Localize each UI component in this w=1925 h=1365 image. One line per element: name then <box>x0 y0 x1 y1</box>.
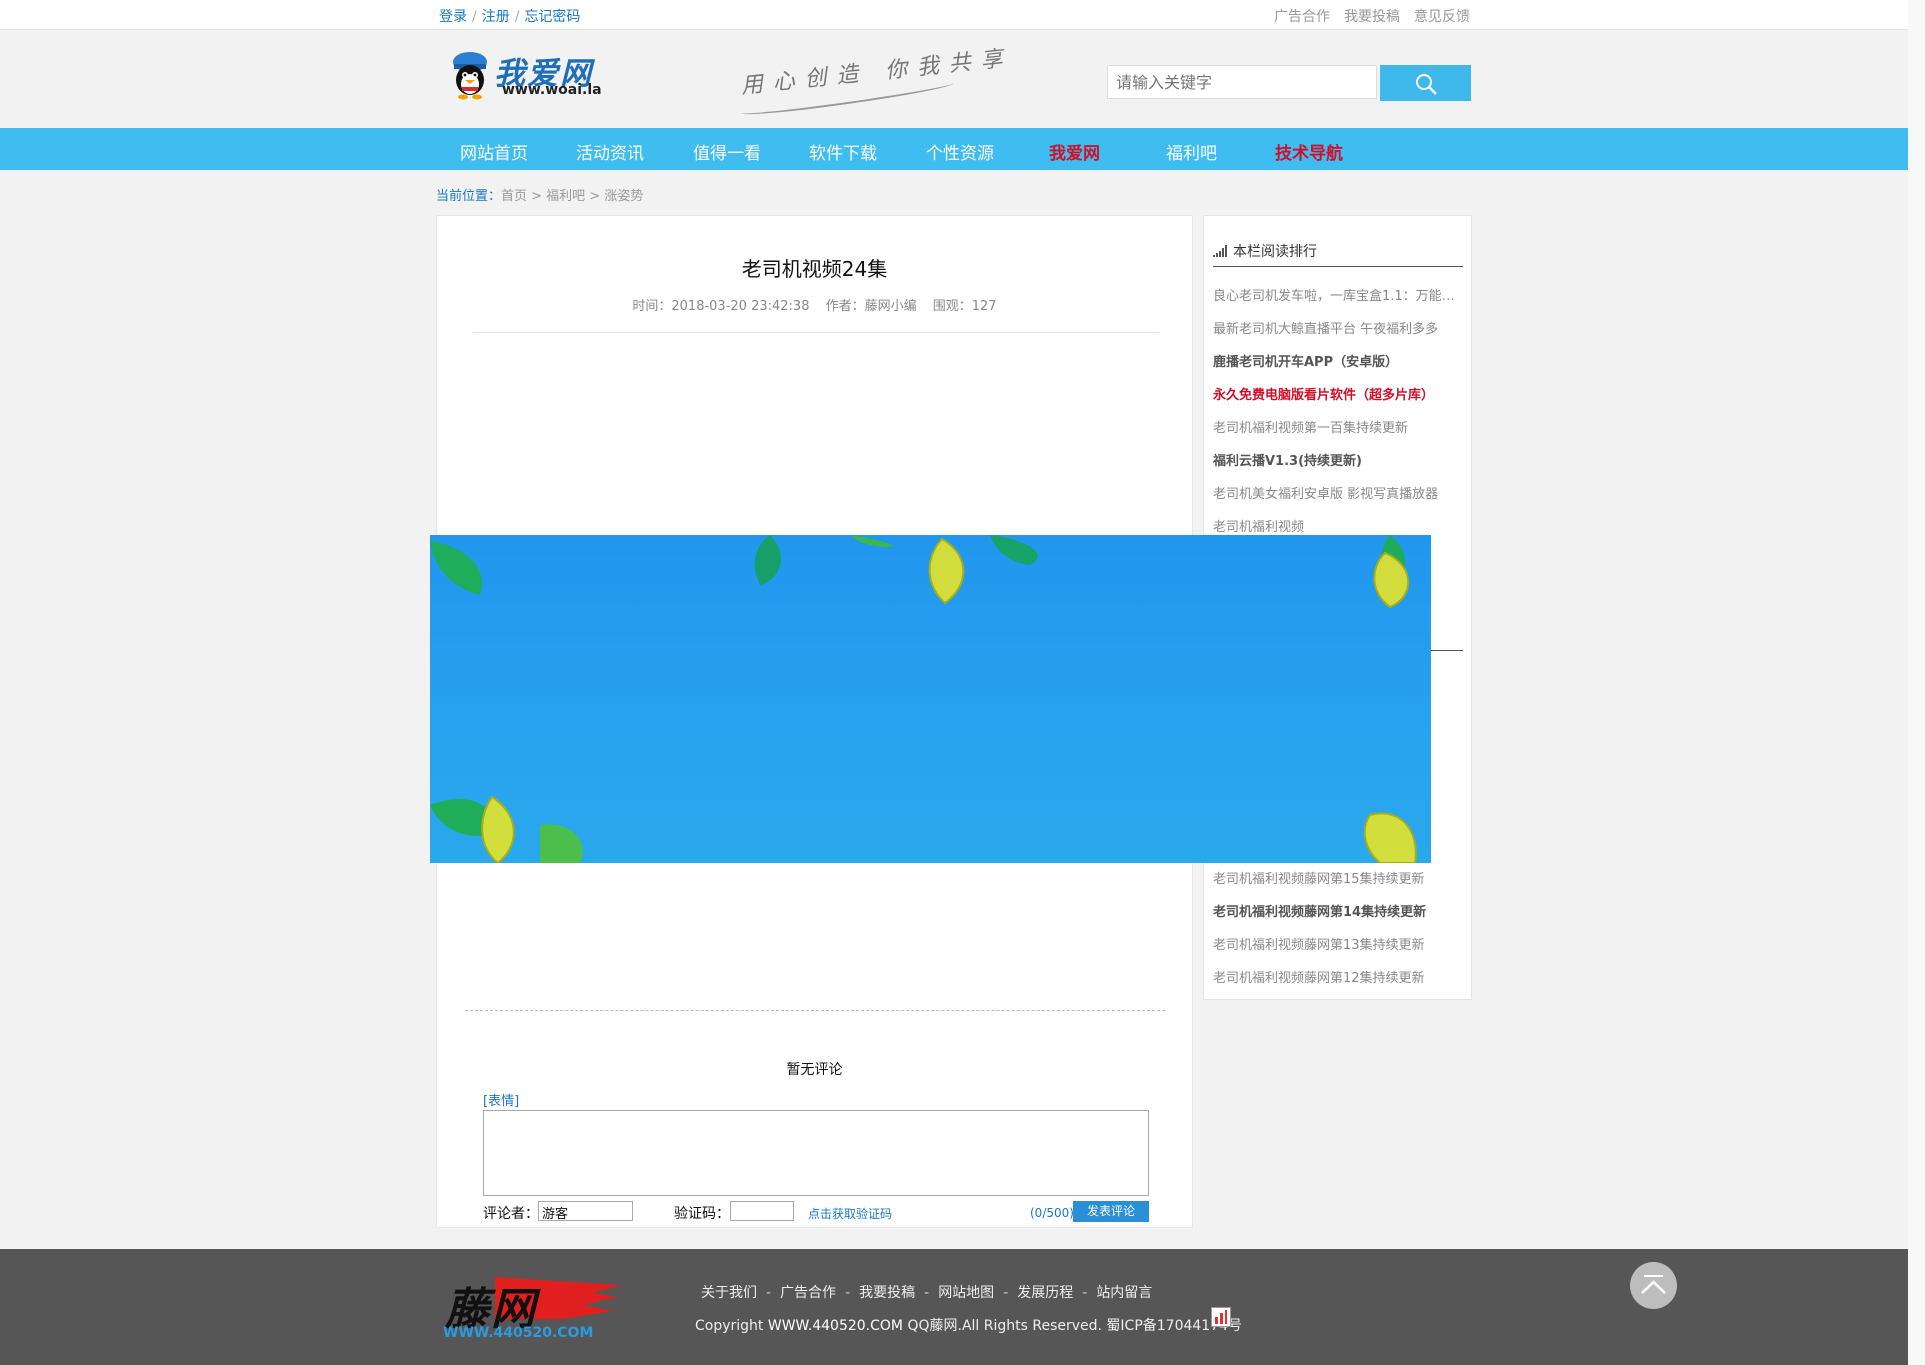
ad-cooperation-link[interactable]: 广告合作 <box>1274 9 1330 25</box>
sidebar-item[interactable]: 老司机福利视频藤网第12集持续更新 <box>1213 967 1463 986</box>
sidebar-item[interactable]: 福利云播V1.3(持续更新) <box>1213 450 1463 469</box>
submit-article-link[interactable]: 我要投稿 <box>1344 9 1400 25</box>
sidebar-heading: 本栏阅读排行 <box>1213 241 1317 261</box>
char-counter: (0/500) <box>1030 1206 1074 1220</box>
footer-link-guestbook[interactable]: 站内留言 <box>1096 1285 1152 1301</box>
footer-link-history[interactable]: 发展历程 <box>1017 1285 1073 1301</box>
sidebar-item[interactable]: 最新老司机大鲸直播平台 午夜福利多多 <box>1213 318 1463 337</box>
sidebar-item[interactable]: 良心老司机发车啦，一库宝盒1.1：万能播放器 <box>1213 285 1463 304</box>
site-logo[interactable]: 我爱网 www.woai.la <box>448 48 608 102</box>
breadcrumb-path[interactable]: 首页 > 福利吧 > 涨姿势 <box>501 189 643 204</box>
sidebar-item[interactable]: 永久免费电脑版看片软件（超多片库） <box>1213 384 1463 403</box>
search-icon <box>1416 74 1437 95</box>
article-views: 围观：127 <box>932 299 997 314</box>
footer-link-ads[interactable]: 广告合作 <box>780 1285 836 1301</box>
get-captcha-link[interactable]: 点击获取验证码 <box>808 1205 892 1222</box>
breadcrumb: 当前位置：首页 > 福利吧 > 涨姿势 <box>436 185 643 204</box>
nav-item-tech-nav[interactable]: 技术导航 <box>1275 139 1343 164</box>
sidebar-item[interactable]: 老司机福利视频第一百集持续更新 <box>1213 417 1463 436</box>
forgot-password-link[interactable]: 忘记密码 <box>524 9 580 25</box>
nav-item-worth-seeing[interactable]: 值得一看 <box>693 139 761 164</box>
commenter-input[interactable]: 游客 <box>538 1201 633 1222</box>
copyright-rest: QQ藤网.All Rights Reserved. 蜀ICP备17044174号 <box>903 1318 1243 1334</box>
account-links: 登录 / 注册 / 忘记密码 <box>439 6 580 26</box>
logo-url: www.woai.la <box>502 82 602 98</box>
article-author: 作者：藤网小编 <box>825 299 917 314</box>
separator: - <box>1003 1285 1009 1301</box>
main-nav: 网站首页 活动资讯 值得一看 软件下载 个性资源 我爱网 福利吧 技术导航 <box>0 128 1908 170</box>
sidebar-item[interactable]: 老司机美女福利安卓版 影视写真播放器 <box>1213 483 1463 502</box>
footer-link-submit[interactable]: 我要投稿 <box>859 1285 915 1301</box>
nav-item-software[interactable]: 软件下载 <box>809 139 877 164</box>
separator: - <box>924 1285 930 1301</box>
sidebar-item[interactable]: 老司机福利视频藤网第15集持续更新 <box>1213 868 1463 887</box>
article-title: 老司机视频24集 <box>741 257 888 281</box>
back-to-top-button[interactable] <box>1630 1262 1677 1309</box>
nav-item-fuli[interactable]: 福利吧 <box>1166 139 1217 164</box>
article-meta: 时间：2018-03-20 23:42:38 作者：藤网小编 围观：127 <box>437 295 1192 314</box>
footer-links: 关于我们 - 广告合作 - 我要投稿 - 网站地图 - 发展历程 - 站内留言 <box>701 1282 1152 1302</box>
footer-link-about[interactable]: 关于我们 <box>701 1285 757 1301</box>
captcha-input[interactable] <box>730 1201 794 1221</box>
login-link[interactable]: 登录 <box>439 9 467 25</box>
leaf-decoration-icon <box>430 535 1417 863</box>
footer: 藤网 WWW.440520.COM 关于我们 - 广告合作 - 我要投稿 - 网站地图 - 发展… <box>0 1249 1908 1365</box>
separator: - <box>845 1285 851 1301</box>
comment-textarea[interactable] <box>483 1110 1149 1196</box>
emoji-link[interactable]: [表情] <box>483 1090 519 1109</box>
footer-logo[interactable]: 藤网 WWW.440520.COM <box>443 1271 623 1341</box>
signal-bars-icon <box>1213 245 1227 257</box>
breadcrumb-lead: 当前位置： <box>436 189 502 204</box>
divider <box>465 1010 1165 1011</box>
nav-item-home[interactable]: 网站首页 <box>460 139 528 164</box>
separator: / <box>514 9 520 25</box>
footer-logo-url: WWW.440520.COM <box>443 1325 594 1341</box>
no-comment-text: 暂无评论 <box>786 1062 843 1078</box>
penguin-mascot-icon <box>453 52 487 100</box>
captcha-label: 验证码： <box>674 1206 730 1222</box>
top-right-links: 广告合作 我要投稿 意见反馈 <box>1260 6 1470 26</box>
sidebar-item[interactable]: 老司机福利视频藤网第13集持续更新 <box>1213 934 1463 953</box>
commenter-label: 评论者： <box>483 1206 539 1222</box>
sidebar-heading-label: 本栏阅读排行 <box>1233 244 1317 260</box>
sidebar-item[interactable]: 老司机福利视频 <box>1213 516 1463 535</box>
separator: - <box>1082 1285 1088 1301</box>
feedback-link[interactable]: 意见反馈 <box>1414 9 1470 25</box>
submit-comment-button[interactable]: 发表评论 <box>1073 1201 1149 1222</box>
search-input[interactable] <box>1107 65 1377 99</box>
divider <box>473 332 1159 333</box>
separator: / <box>472 9 477 25</box>
search-button[interactable] <box>1380 65 1471 101</box>
register-link[interactable]: 注册 <box>482 9 510 25</box>
chevron-up-icon <box>1641 1275 1666 1294</box>
sidebar-item[interactable]: 鹿播老司机开车APP（安卓版） <box>1213 351 1463 370</box>
sidebar-divider <box>1213 266 1463 267</box>
nav-item-resources[interactable]: 个性资源 <box>926 139 994 164</box>
bar-chart-icon <box>1215 1310 1227 1324</box>
sidebar-item[interactable]: 老司机福利视频藤网第14集持续更新 <box>1213 901 1463 920</box>
separator: - <box>766 1285 772 1301</box>
scrollbar-track[interactable] <box>1908 0 1925 1365</box>
article-time: 时间：2018-03-20 23:42:38 <box>632 299 810 314</box>
nav-item-news[interactable]: 活动资讯 <box>576 139 644 164</box>
copyright: Copyright WWW.440520.COM QQ藤网.All Rights… <box>695 1315 1242 1335</box>
footer-link-sitemap[interactable]: 网站地图 <box>938 1285 994 1301</box>
nav-item-woai[interactable]: 我爱网 <box>1049 139 1100 164</box>
copyright-prefix: Copyright <box>695 1318 768 1334</box>
stats-icon[interactable] <box>1211 1307 1231 1327</box>
banner-ad[interactable] <box>430 535 1431 863</box>
top-bar: 登录 / 注册 / 忘记密码 广告合作 我要投稿 意见反馈 <box>0 0 1908 30</box>
copyright-site[interactable]: WWW.440520.COM <box>768 1318 903 1334</box>
